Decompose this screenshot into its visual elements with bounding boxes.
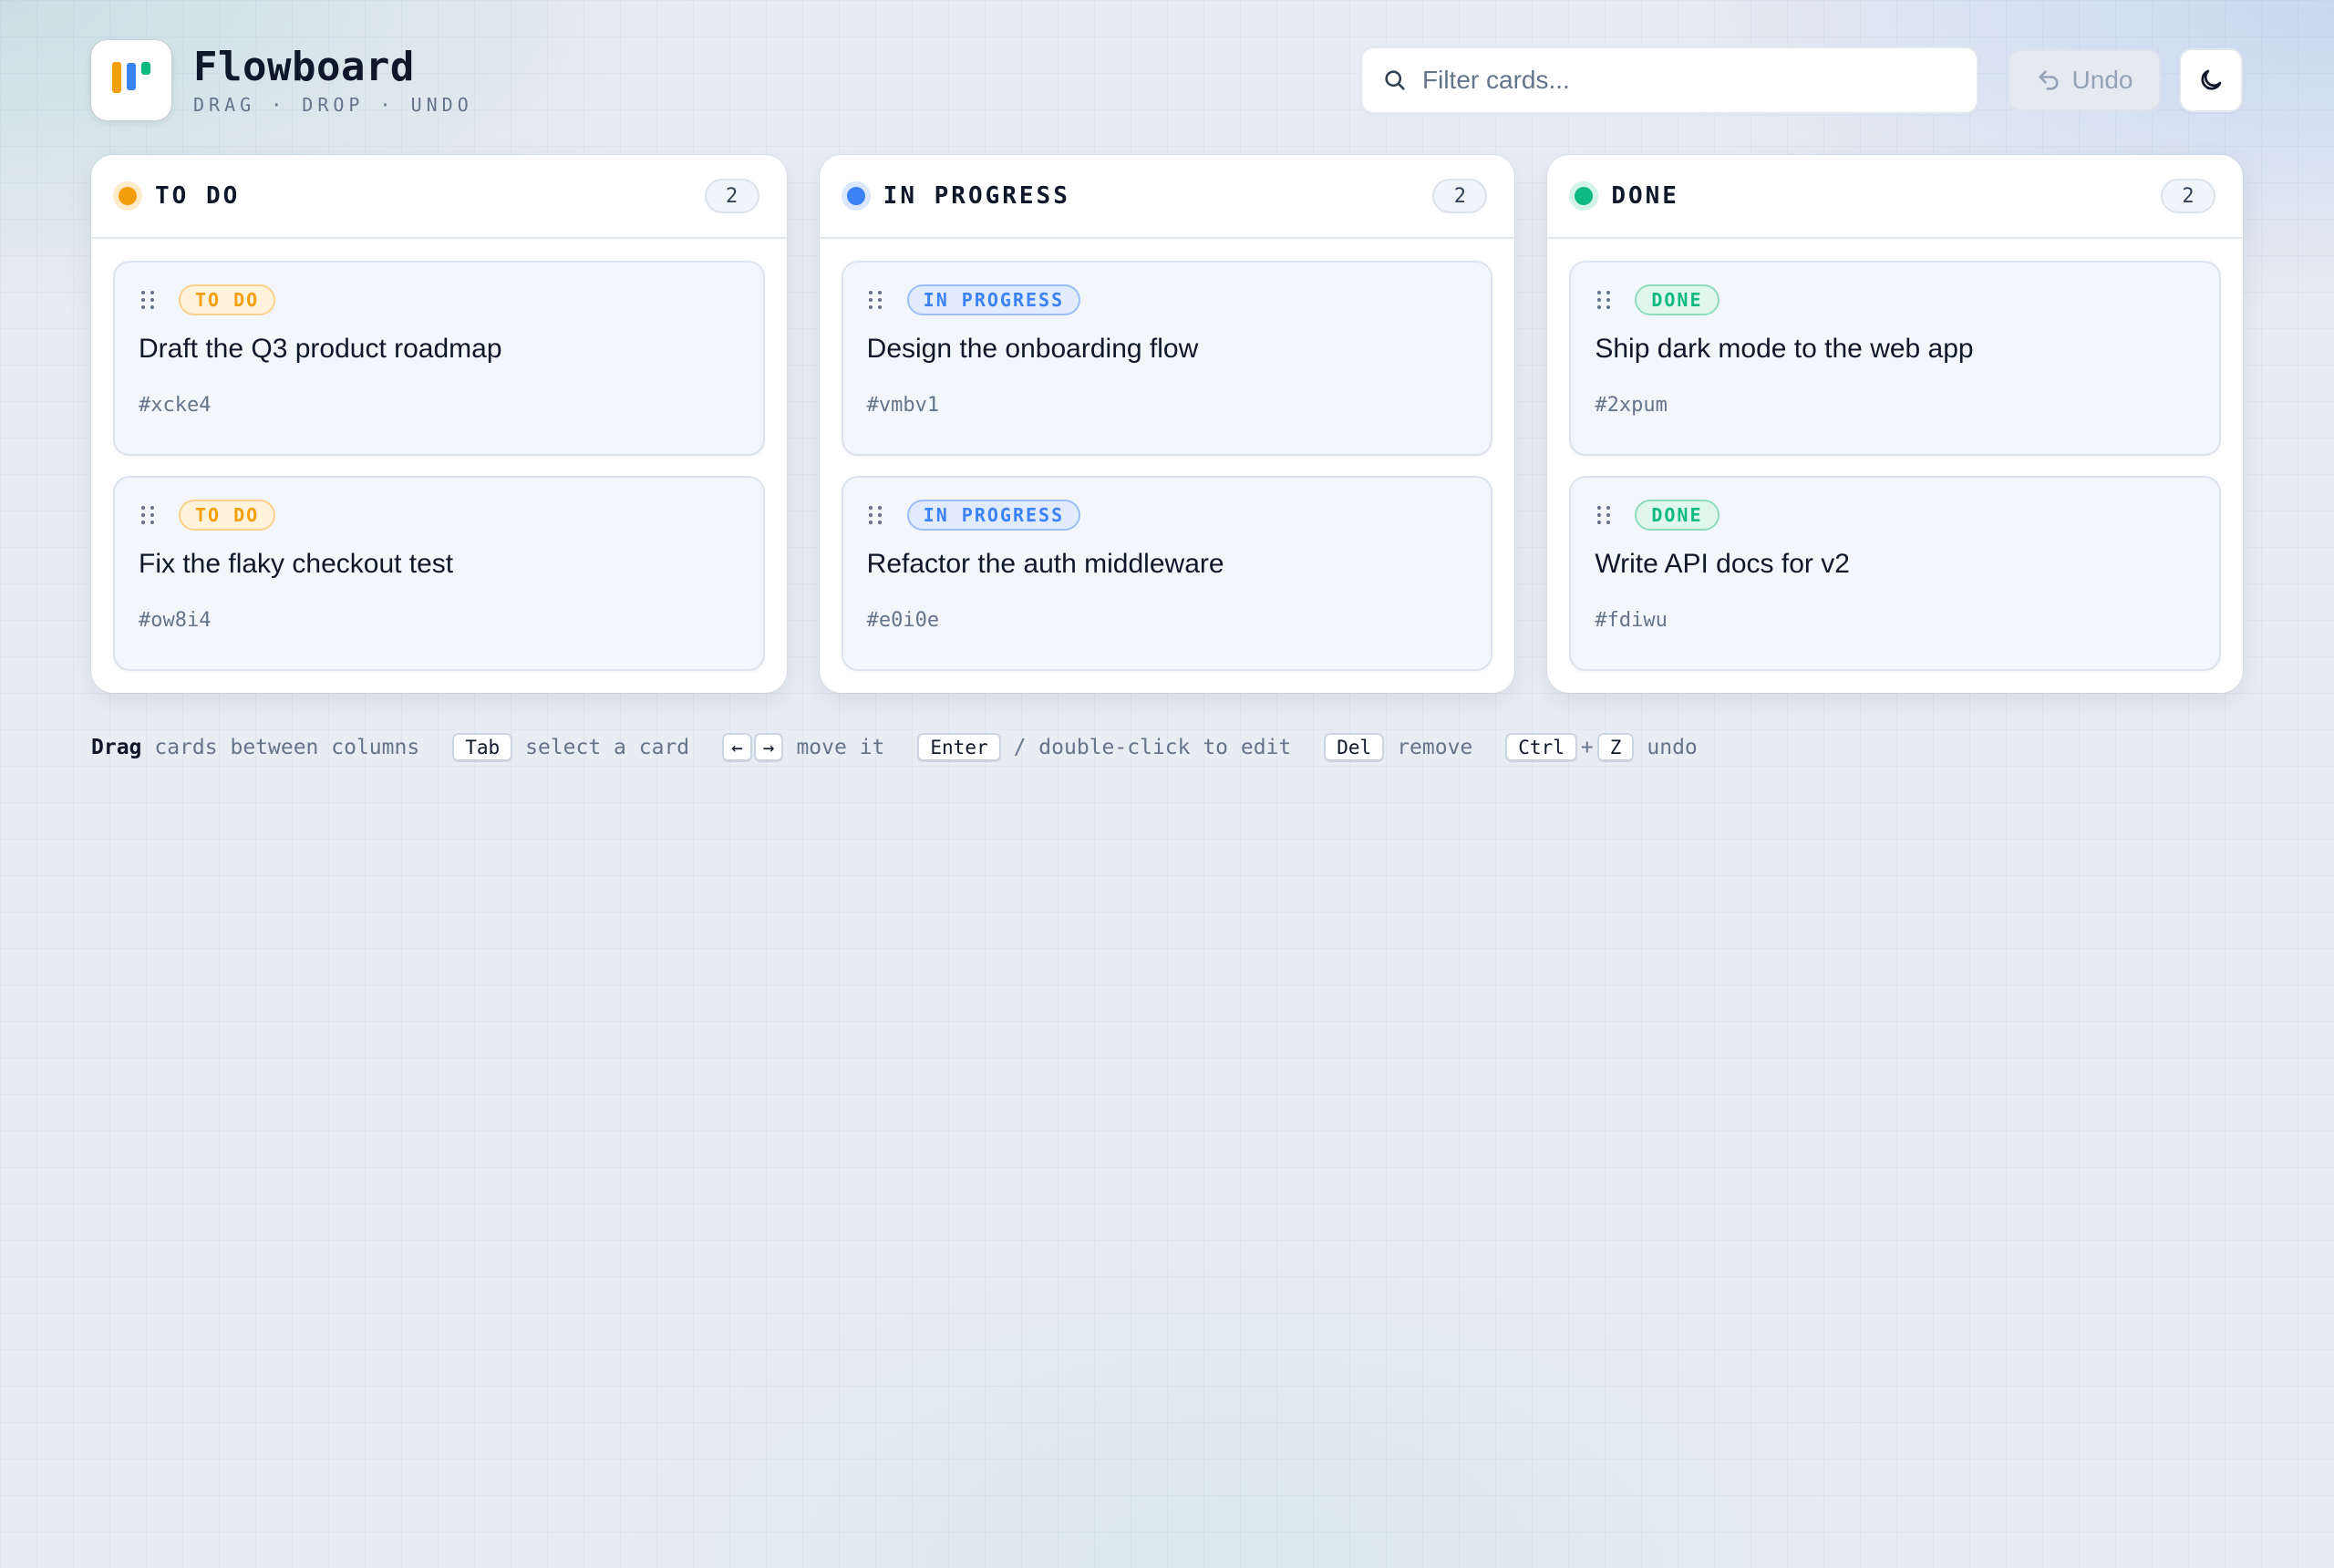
hint-remove: Del remove [1324,733,1472,762]
status-badge: DONE [1635,500,1720,531]
column-title: DONE [1611,182,1679,210]
hint-edit-text: / double-click to edit [1013,736,1292,759]
card[interactable]: TO DO Draft the Q3 product roadmap #xcke… [113,261,765,456]
column-in-progress: IN PROGRESS 2 IN PROGRESS Design the onb… [819,155,1515,693]
card-id: #ow8i4 [139,609,212,632]
key-right-arrow: → [753,733,784,762]
card-count-badge: 2 [704,179,759,213]
card-id: #2xpum [1595,394,1668,417]
card-list: IN PROGRESS Design the onboarding flow #… [820,239,1515,671]
hint-drag: Drag cards between columns [91,736,419,759]
key-plus: + [1580,736,1594,759]
status-badge: TO DO [179,500,276,531]
hint-drag-bold: Drag [91,736,142,759]
drag-handle-icon[interactable] [1595,289,1613,311]
card-count-badge: 2 [1432,179,1488,213]
undo-label: Undo [2071,66,2133,94]
search-box[interactable] [1360,46,1978,114]
brand: Flowboard DRAG · DROP · UNDO [193,44,473,117]
card-title: Draft the Q3 product roadmap [139,334,502,364]
undo-icon [2038,70,2059,90]
card-title: Fix the flaky checkout test [139,549,454,579]
card-id: #vmbv1 [866,394,940,417]
card[interactable]: DONE Ship dark mode to the web app #2xpu… [1569,261,2222,456]
hint-tab: Tab select a card [452,733,689,762]
column-done: DONE 2 DONE Ship dark mode to the web ap… [1547,155,2244,693]
app-title: Flowboard [193,44,415,90]
column-title: TO DO [155,182,241,210]
drag-handle-icon[interactable] [867,289,885,311]
key-enter: Enter [917,733,1001,762]
status-dot [1569,181,1599,211]
kanban-board: TO DO 2 TO DO Draft the Q3 product roadm… [91,155,2244,693]
drag-handle-icon[interactable] [1595,504,1613,526]
search-input[interactable] [1422,66,1957,95]
app-root: Flowboard DRAG · DROP · UNDO Undo TO DO … [91,40,2244,762]
status-badge: IN PROGRESS [906,500,1081,531]
card-count-badge: 2 [2161,179,2216,213]
status-dot [841,181,871,211]
key-left-arrow: ← [722,733,752,762]
moon-icon [2201,69,2222,90]
card-title: Write API docs for v2 [1595,549,1850,579]
theme-toggle-button[interactable] [2179,48,2243,112]
hint-undo-text: undo [1647,736,1698,759]
hint-drag-text: cards between columns [154,736,420,759]
drag-handle-icon[interactable] [139,289,157,311]
hint-undo: Ctrl + Z undo [1505,733,1698,762]
hint-move: ← → move it [722,733,884,762]
card-title: Refactor the auth middleware [866,549,1224,579]
card[interactable]: DONE Write API docs for v2 #fdiwu [1569,476,2222,671]
hint-edit: Enter / double-click to edit [917,733,1291,762]
column-title: IN PROGRESS [883,182,1070,210]
card[interactable]: IN PROGRESS Design the onboarding flow #… [841,261,1493,456]
status-badge: DONE [1635,284,1720,315]
card-id: #fdiwu [1595,609,1668,632]
card-list: TO DO Draft the Q3 product roadmap #xcke… [91,239,787,671]
drag-handle-icon[interactable] [867,504,885,526]
hint-remove-text: remove [1397,736,1473,759]
card-id: #xcke4 [139,394,212,417]
column-header: DONE 2 [1547,155,2244,239]
status-dot [113,181,142,211]
key-z: Z [1596,733,1635,762]
column-todo: TO DO 2 TO DO Draft the Q3 product roadm… [91,155,787,693]
app-subtitle: DRAG · DROP · UNDO [193,94,473,116]
card-list: DONE Ship dark mode to the web app #2xpu… [1547,239,2243,671]
key-ctrl: Ctrl [1505,733,1577,762]
app-header: Flowboard DRAG · DROP · UNDO Undo [91,40,2243,120]
column-header: IN PROGRESS 2 [819,155,1515,239]
undo-button[interactable]: Undo [2008,49,2161,111]
key-tab: Tab [452,733,513,762]
card-title: Ship dark mode to the web app [1595,334,1974,364]
drag-handle-icon[interactable] [139,504,157,526]
card[interactable]: TO DO Fix the flaky checkout test #ow8i4 [113,476,765,671]
card-id: #e0i0e [866,609,940,632]
keyboard-hints: Drag cards between columns Tab select a … [91,733,2243,762]
hint-tab-text: select a card [525,736,690,759]
card-title: Design the onboarding flow [866,334,1199,364]
status-badge: TO DO [179,284,276,315]
column-header: TO DO 2 [91,155,787,239]
key-del: Del [1324,733,1385,762]
search-icon [1385,70,1405,90]
card[interactable]: IN PROGRESS Refactor the auth middleware… [841,476,1493,671]
hint-move-text: move it [796,736,885,759]
status-badge: IN PROGRESS [906,284,1081,315]
app-logo [91,40,171,120]
